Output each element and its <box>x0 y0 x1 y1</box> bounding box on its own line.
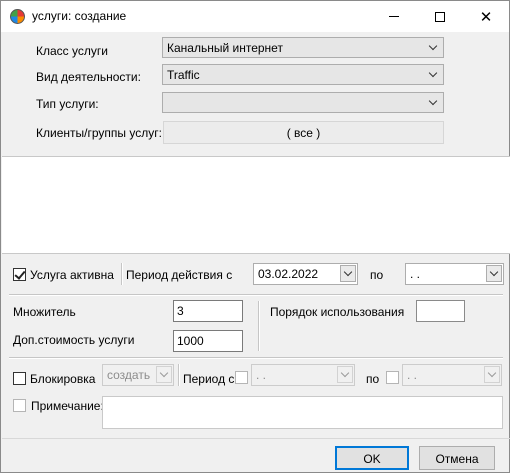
service-type-label: Тип услуги: <box>36 97 99 111</box>
service-class-select[interactable]: Канальный интернет <box>162 37 444 58</box>
block-label: Блокировка <box>30 372 96 386</box>
window-title: услуги: создание <box>32 9 127 23</box>
vertical-divider <box>178 364 180 386</box>
extra-cost-input[interactable]: 1000 <box>173 330 243 352</box>
horizontal-divider <box>9 294 503 296</box>
horizontal-divider <box>9 357 503 359</box>
chevron-down-icon <box>486 265 502 282</box>
service-active-label: Услуга активна <box>30 268 114 282</box>
block-date-to-value: . . <box>407 368 418 382</box>
content-area <box>2 156 510 254</box>
block-action-select[interactable]: создать <box>102 364 174 386</box>
chevron-down-icon <box>156 366 172 383</box>
activity-type-select[interactable]: Traffic <box>162 64 444 85</box>
vertical-divider <box>258 301 260 351</box>
block-to-label: по <box>366 372 380 386</box>
chevron-down-icon <box>484 366 500 383</box>
block-date-from-value: . . <box>256 368 267 382</box>
close-icon: ✕ <box>479 8 493 26</box>
multiplier-label: Множитель <box>13 305 76 319</box>
clients-label: Клиенты/группы услуг: <box>36 126 162 140</box>
chevron-down-icon <box>337 366 353 383</box>
chevron-down-icon <box>426 40 440 55</box>
date-from-value: 03.02.2022 <box>258 267 319 281</box>
service-active-checkbox[interactable] <box>13 268 26 281</box>
activity-type-label: Вид деятельности: <box>36 70 141 84</box>
app-globe-icon <box>10 9 25 24</box>
block-date-to-picker[interactable]: . . <box>402 364 502 386</box>
usage-order-label: Порядок использования <box>270 305 405 319</box>
chevron-down-icon <box>340 265 356 282</box>
clients-field[interactable]: ( все ) <box>163 121 444 144</box>
minimize-icon <box>389 16 399 17</box>
validity-period-label: Период действия с <box>126 268 233 282</box>
maximize-button[interactable] <box>417 1 463 32</box>
service-type-select[interactable] <box>162 92 444 113</box>
service-class-value: Канальный интернет <box>167 41 283 55</box>
block-action-value: создать <box>107 368 151 382</box>
ok-button[interactable]: OK <box>335 446 409 470</box>
cancel-button[interactable]: Отмена <box>419 446 495 470</box>
note-label: Примечание: <box>31 399 104 413</box>
title-bar[interactable]: услуги: создание ✕ <box>1 1 509 32</box>
chevron-down-icon <box>426 67 440 82</box>
date-to-picker[interactable]: . . <box>405 263 504 285</box>
extra-cost-label: Доп.стоимость услуги <box>13 333 135 347</box>
block-date-from-checkbox[interactable] <box>235 371 248 384</box>
date-from-picker[interactable]: 03.02.2022 <box>253 263 358 285</box>
block-date-to-checkbox[interactable] <box>386 371 399 384</box>
block-checkbox[interactable] <box>13 372 26 385</box>
vertical-divider <box>121 263 123 285</box>
close-button[interactable]: ✕ <box>463 1 509 32</box>
maximize-icon <box>435 11 445 22</box>
dialog-window: услуги: создание ✕ Класс услуги Канальны… <box>0 0 510 473</box>
note-textarea[interactable] <box>102 396 503 429</box>
footer-divider <box>2 438 510 439</box>
service-class-label: Класс услуги <box>36 44 108 58</box>
minimize-button[interactable] <box>371 1 417 32</box>
block-period-label: Период с <box>183 372 235 386</box>
date-to-value: . . <box>410 267 421 281</box>
block-date-from-picker[interactable]: . . <box>251 364 355 386</box>
to-label: по <box>370 268 384 282</box>
multiplier-input[interactable]: 3 <box>173 300 243 322</box>
note-checkbox[interactable] <box>13 399 26 412</box>
activity-type-value: Traffic <box>167 68 200 82</box>
usage-order-input[interactable] <box>416 300 465 322</box>
chevron-down-icon <box>426 95 440 110</box>
